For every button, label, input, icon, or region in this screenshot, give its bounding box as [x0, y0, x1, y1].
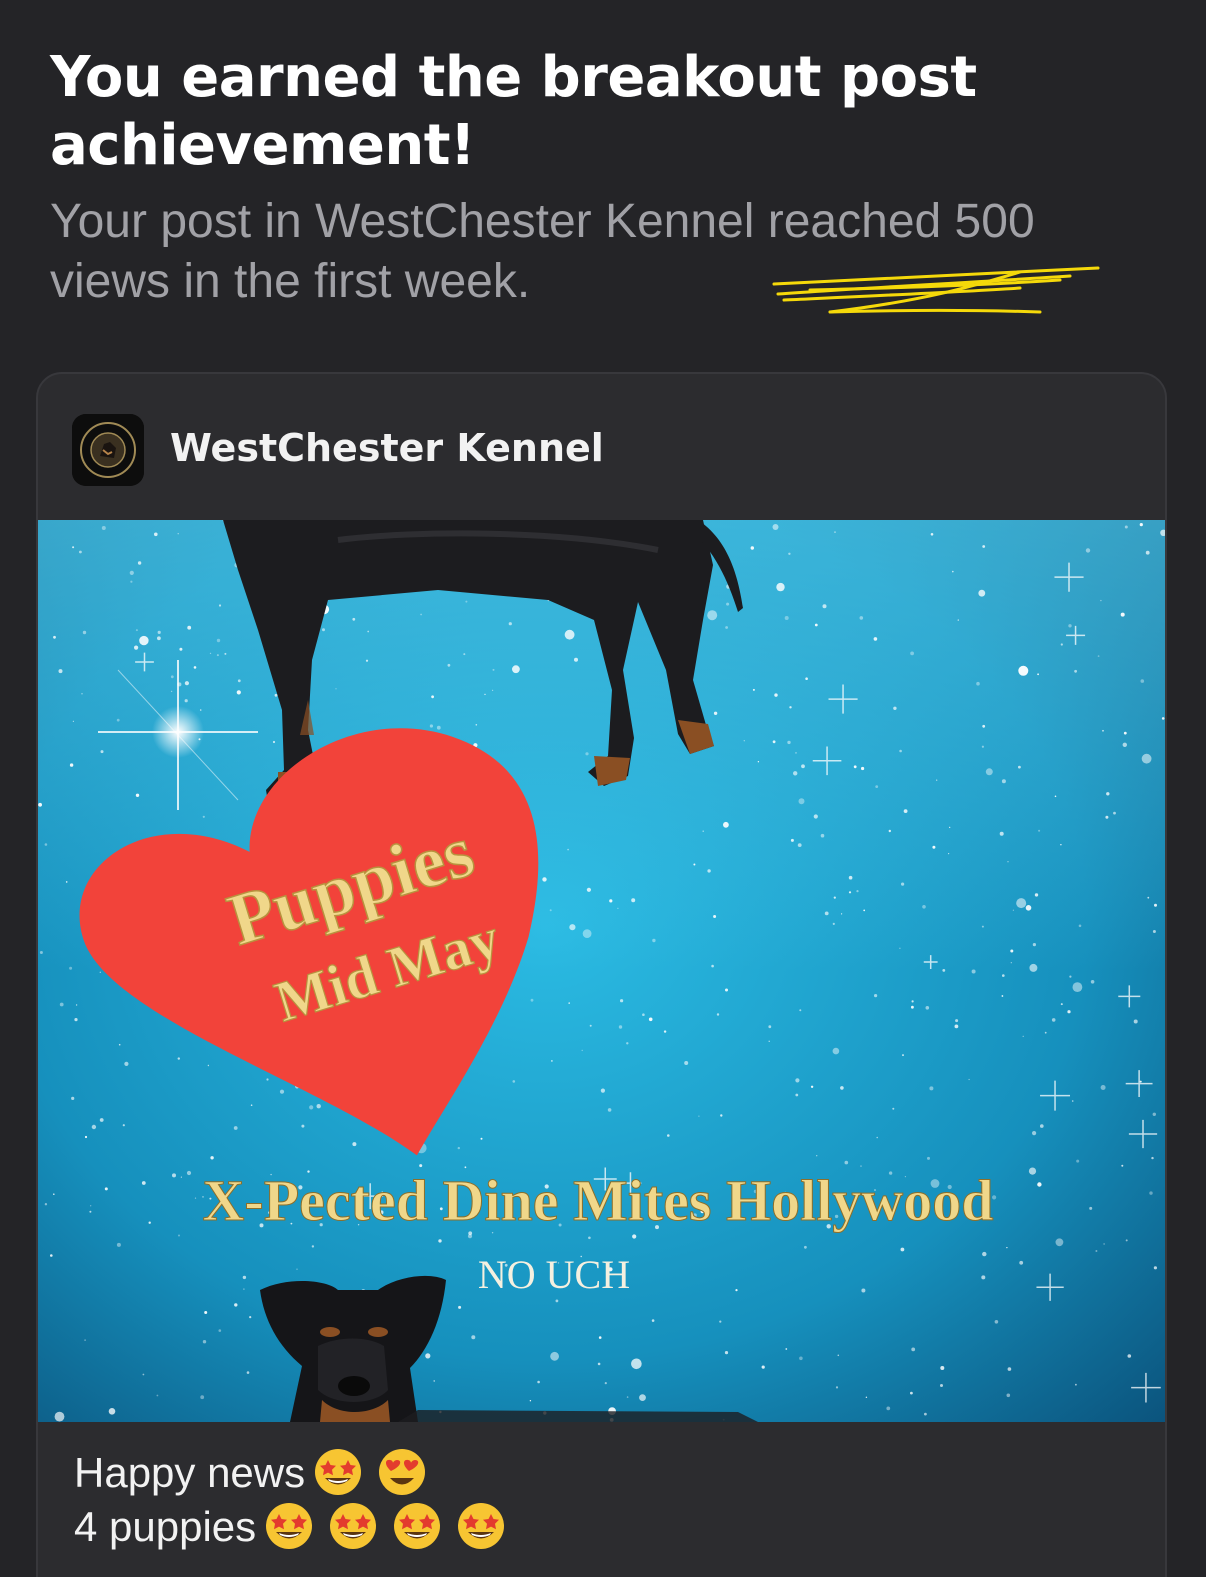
post-text-line1: Happy news [74, 1446, 506, 1500]
star-struck-emoji-icon [394, 1503, 441, 1549]
puppies-announcement-image: Puppies Mid May X-Pected Dine Mites Holl… [38, 520, 1165, 1422]
dog-title: NO UCH [478, 1252, 630, 1297]
star-struck-emoji-icon [315, 1449, 362, 1495]
star-struck-emoji-icon [266, 1503, 313, 1549]
dog-name: X-Pected Dine Mites Hollywood [203, 1168, 994, 1233]
westchester-kennel-logo-icon [72, 414, 144, 486]
post-header: WestChester Kennel [38, 374, 1165, 520]
post-text-puppies: 4 puppies [74, 1503, 257, 1550]
achievement-title: You earned the breakout post achievement… [50, 45, 977, 178]
post-text-happy-news: Happy news [74, 1449, 306, 1496]
group-avatar[interactable] [72, 414, 144, 486]
star-struck-emoji-icon [458, 1503, 505, 1549]
group-name[interactable]: WestChester Kennel [170, 426, 604, 470]
post-text: Happy news 4 puppies [74, 1446, 506, 1554]
post-image[interactable]: Puppies Mid May X-Pected Dine Mites Holl… [38, 520, 1165, 1422]
heart-eyes-emoji-icon [379, 1449, 426, 1495]
star-struck-emoji-icon [330, 1503, 377, 1549]
post-card[interactable]: WestChester Kennel Puppies Mid May X-Pec… [36, 372, 1167, 1577]
post-text-line2: 4 puppies [74, 1500, 506, 1554]
redaction-scribble [772, 266, 1100, 314]
